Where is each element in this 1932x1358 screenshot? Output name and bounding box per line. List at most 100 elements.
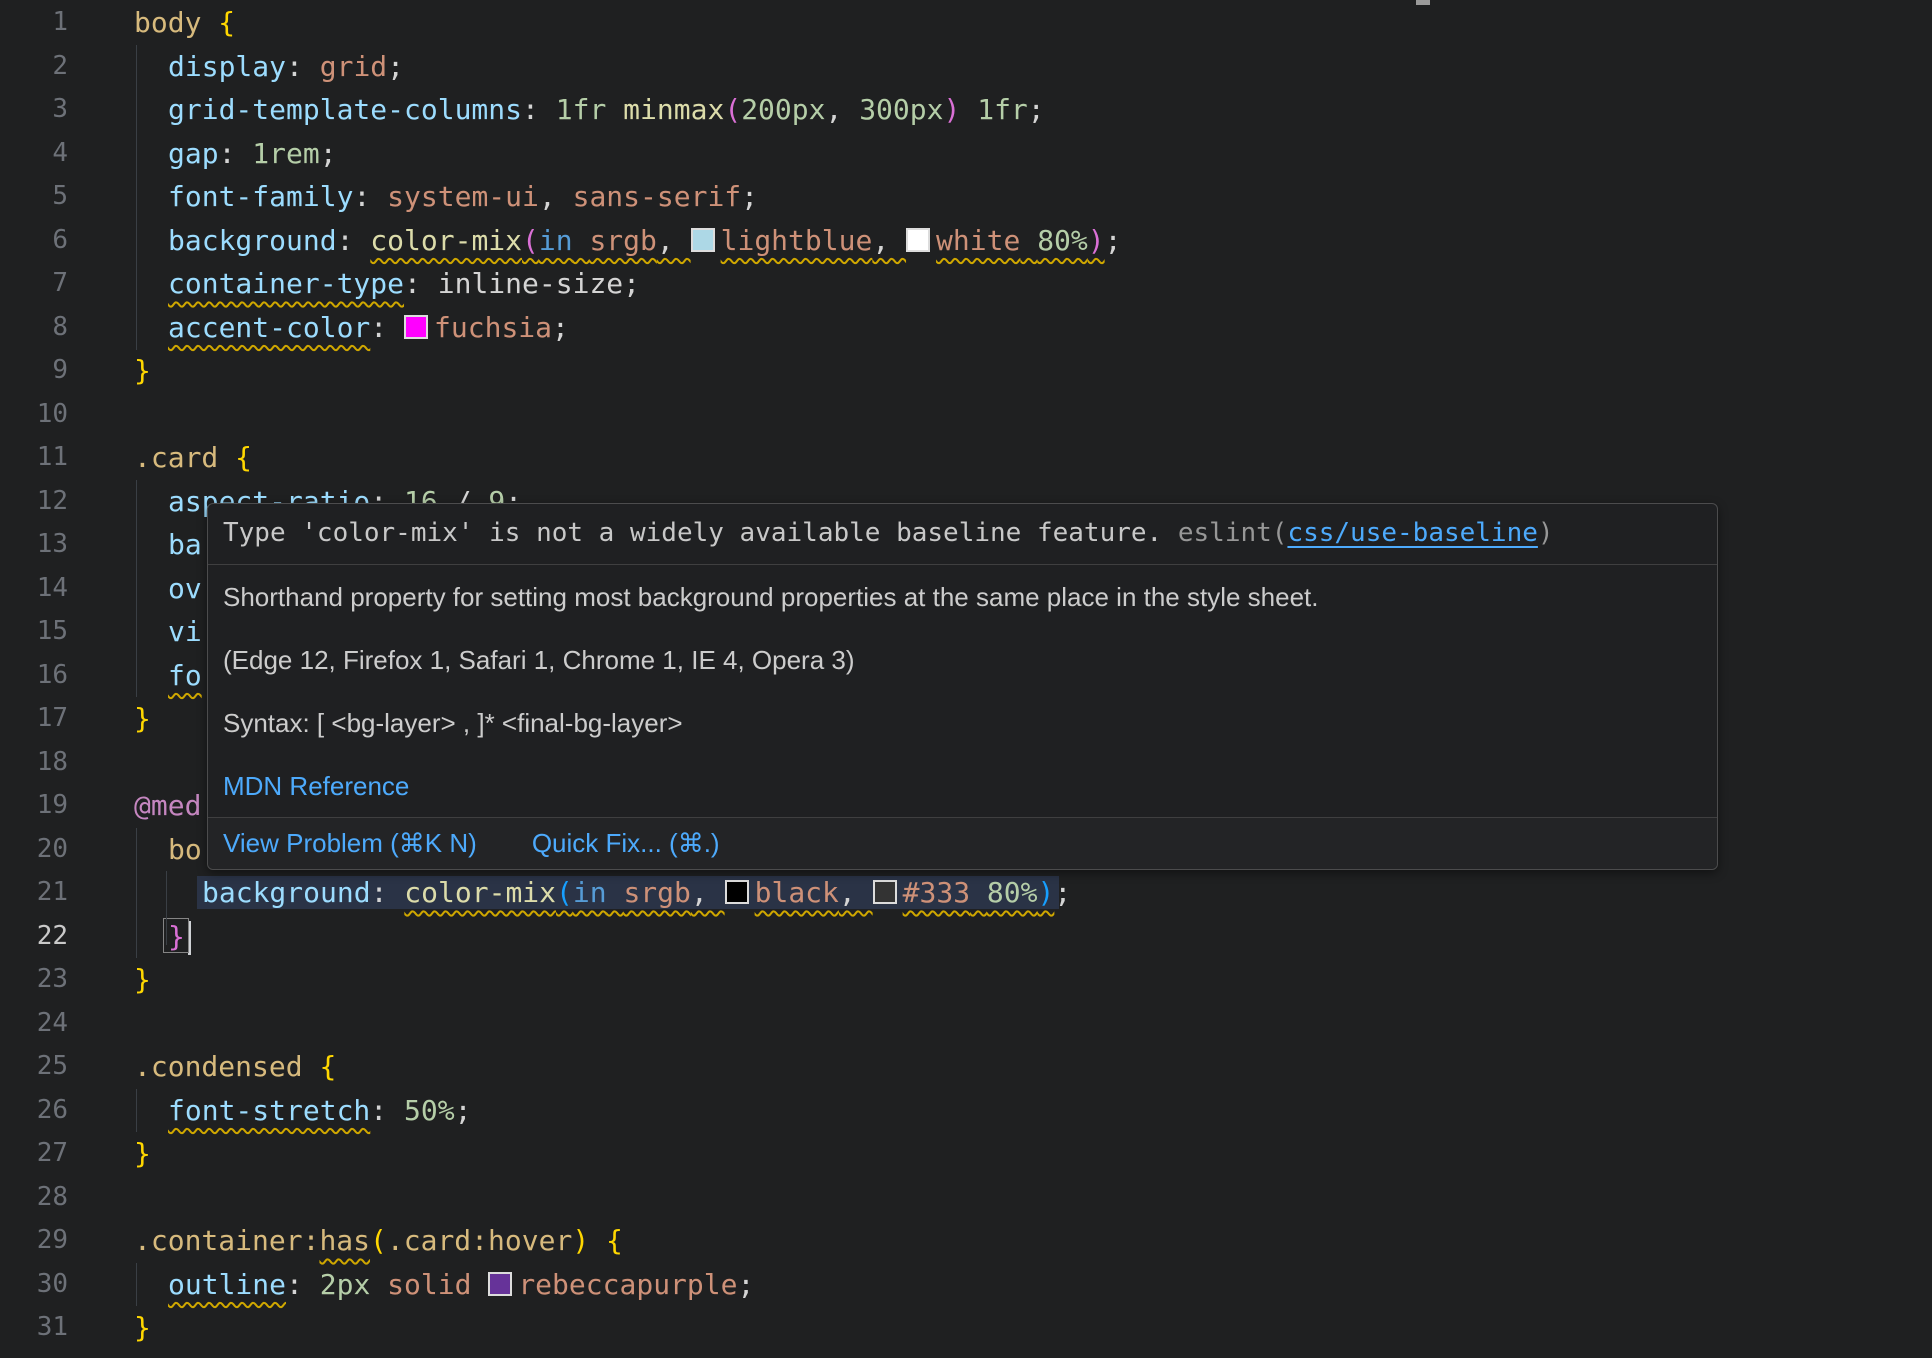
code-line[interactable]: 27} bbox=[0, 1132, 1932, 1176]
mdn-reference-link[interactable]: MDN Reference bbox=[223, 771, 409, 801]
code-token: 1fr bbox=[556, 93, 607, 126]
tooltip-actions: View Problem (⌘K N) Quick Fix... (⌘.) bbox=[208, 817, 1717, 869]
code-token: ; bbox=[1028, 93, 1045, 126]
eslint-rule-link[interactable]: css/use-baseline bbox=[1287, 518, 1537, 548]
quick-fix-button[interactable]: Quick Fix... (⌘.) bbox=[532, 828, 720, 859]
line-number: 4 bbox=[0, 132, 68, 176]
line-number: 27 bbox=[0, 1132, 68, 1176]
code-token bbox=[370, 1268, 387, 1301]
code-token: : bbox=[404, 267, 438, 300]
warning-squiggle bbox=[691, 224, 721, 257]
color-swatch[interactable] bbox=[488, 1272, 512, 1296]
line-number: 5 bbox=[0, 175, 68, 219]
code-line[interactable]: 21background: color-mix(in srgb, black, … bbox=[0, 871, 1932, 915]
warning-squiggle: outline bbox=[168, 1268, 286, 1301]
code-token bbox=[607, 876, 624, 909]
code-token: has bbox=[319, 1224, 370, 1257]
code-line[interactable]: 25.condensed { bbox=[0, 1045, 1932, 1089]
view-problem-button[interactable]: View Problem (⌘K N) bbox=[223, 828, 477, 859]
line-number: 14 bbox=[0, 567, 68, 611]
code-token: ( bbox=[556, 876, 573, 909]
code-line[interactable]: 11.card { bbox=[0, 436, 1932, 480]
code-line[interactable]: 31} bbox=[0, 1306, 1932, 1350]
warning-squiggle: 80% bbox=[1037, 224, 1088, 257]
warning-squiggle: , bbox=[657, 224, 691, 257]
code-text: } bbox=[134, 697, 151, 741]
line-number: 21 bbox=[0, 871, 68, 915]
code-line[interactable]: 9} bbox=[0, 349, 1932, 393]
code-token: gap bbox=[168, 137, 219, 170]
code-line[interactable]: 7container-type: inline-size; bbox=[0, 262, 1932, 306]
code-token: ) bbox=[572, 1224, 589, 1257]
indent-guide bbox=[136, 480, 137, 697]
code-token: : bbox=[337, 224, 371, 257]
code-token: ; bbox=[387, 50, 404, 83]
code-line[interactable]: 1body { bbox=[0, 1, 1932, 45]
code-token: { bbox=[319, 1050, 336, 1083]
code-text: background: color-mix(in srgb, lightblue… bbox=[168, 219, 1122, 263]
code-token: , bbox=[657, 224, 691, 257]
code-token: fo bbox=[168, 659, 202, 692]
code-line[interactable]: 6background: color-mix(in srgb, lightblu… bbox=[0, 219, 1932, 263]
code-line[interactable]: 8accent-color: fuchsia; bbox=[0, 306, 1932, 350]
code-line[interactable]: 26font-stretch: 50%; bbox=[0, 1089, 1932, 1133]
code-token: ; bbox=[455, 1094, 472, 1127]
code-line[interactable]: 4 gap: 1rem; bbox=[0, 132, 1932, 176]
problem-tooltip: Type 'color-mix' is not a widely availab… bbox=[207, 503, 1718, 870]
code-text: gap: 1rem; bbox=[168, 132, 337, 176]
hover-description: Shorthand property for setting most back… bbox=[223, 581, 1702, 613]
code-token bbox=[471, 1268, 488, 1301]
code-text: } bbox=[134, 1306, 151, 1350]
warning-squiggle: accent-color bbox=[168, 311, 370, 344]
eslint-source: eslint( bbox=[1178, 518, 1288, 548]
code-line[interactable]: 28 bbox=[0, 1176, 1932, 1220]
code-line[interactable]: 29.container:has(.card:hover) { bbox=[0, 1219, 1932, 1263]
indent-guide bbox=[166, 871, 167, 945]
code-text: } bbox=[134, 1132, 151, 1176]
code-line[interactable]: 3grid-template-columns: 1fr minmax(200px… bbox=[0, 88, 1932, 132]
warning-squiggle: ) bbox=[1088, 224, 1105, 257]
code-text: @med bbox=[134, 784, 201, 828]
warning-squiggle: container-type bbox=[168, 267, 404, 300]
code-token: : bbox=[370, 1094, 404, 1127]
code-line[interactable]: 5font-family: system-ui, sans-serif; bbox=[0, 175, 1932, 219]
color-swatch[interactable] bbox=[691, 228, 715, 252]
code-token: { bbox=[218, 6, 235, 39]
code-token bbox=[606, 93, 623, 126]
line-number: 10 bbox=[0, 393, 68, 437]
code-text: } bbox=[134, 958, 151, 1002]
color-swatch[interactable] bbox=[906, 228, 930, 252]
code-text: .condensed { bbox=[134, 1045, 336, 1089]
code-token: : bbox=[371, 876, 405, 909]
code-editor[interactable]: 1body {2display: grid;3 grid-template-col… bbox=[0, 0, 1932, 1358]
code-text: .card { bbox=[134, 436, 252, 480]
warning-squiggle: in bbox=[539, 224, 573, 257]
line-number: 19 bbox=[0, 784, 68, 828]
code-line[interactable]: 22} bbox=[0, 915, 1932, 959]
warning-squiggle: , bbox=[872, 224, 906, 257]
code-token: , bbox=[825, 93, 859, 126]
line-number: 28 bbox=[0, 1176, 68, 1220]
color-swatch[interactable] bbox=[725, 880, 749, 904]
line-number: 30 bbox=[0, 1263, 68, 1307]
code-token: rebeccapurple bbox=[518, 1268, 737, 1301]
code-token: accent-color bbox=[168, 311, 370, 344]
code-line[interactable]: 10 bbox=[0, 393, 1932, 437]
code-line[interactable]: 24 bbox=[0, 1002, 1932, 1046]
warning-squiggle: ( bbox=[522, 224, 539, 257]
code-line[interactable]: 2display: grid; bbox=[0, 45, 1932, 89]
code-token: , bbox=[539, 180, 573, 213]
code-token: grid-template-columns bbox=[168, 93, 522, 126]
line-number: 26 bbox=[0, 1089, 68, 1133]
code-token: system-ui bbox=[387, 180, 539, 213]
line-number: 23 bbox=[0, 958, 68, 1002]
code-line[interactable]: 23} bbox=[0, 958, 1932, 1002]
code-text: .container:has(.card:hover) { bbox=[134, 1219, 623, 1263]
code-text: body { bbox=[134, 1, 235, 45]
code-token bbox=[960, 93, 977, 126]
code-line[interactable]: 30outline: 2px solid rebeccapurple; bbox=[0, 1263, 1932, 1307]
code-token: srgb bbox=[623, 876, 690, 909]
color-swatch[interactable] bbox=[873, 880, 897, 904]
line-number: 3 bbox=[0, 88, 68, 132]
color-swatch[interactable] bbox=[404, 315, 428, 339]
